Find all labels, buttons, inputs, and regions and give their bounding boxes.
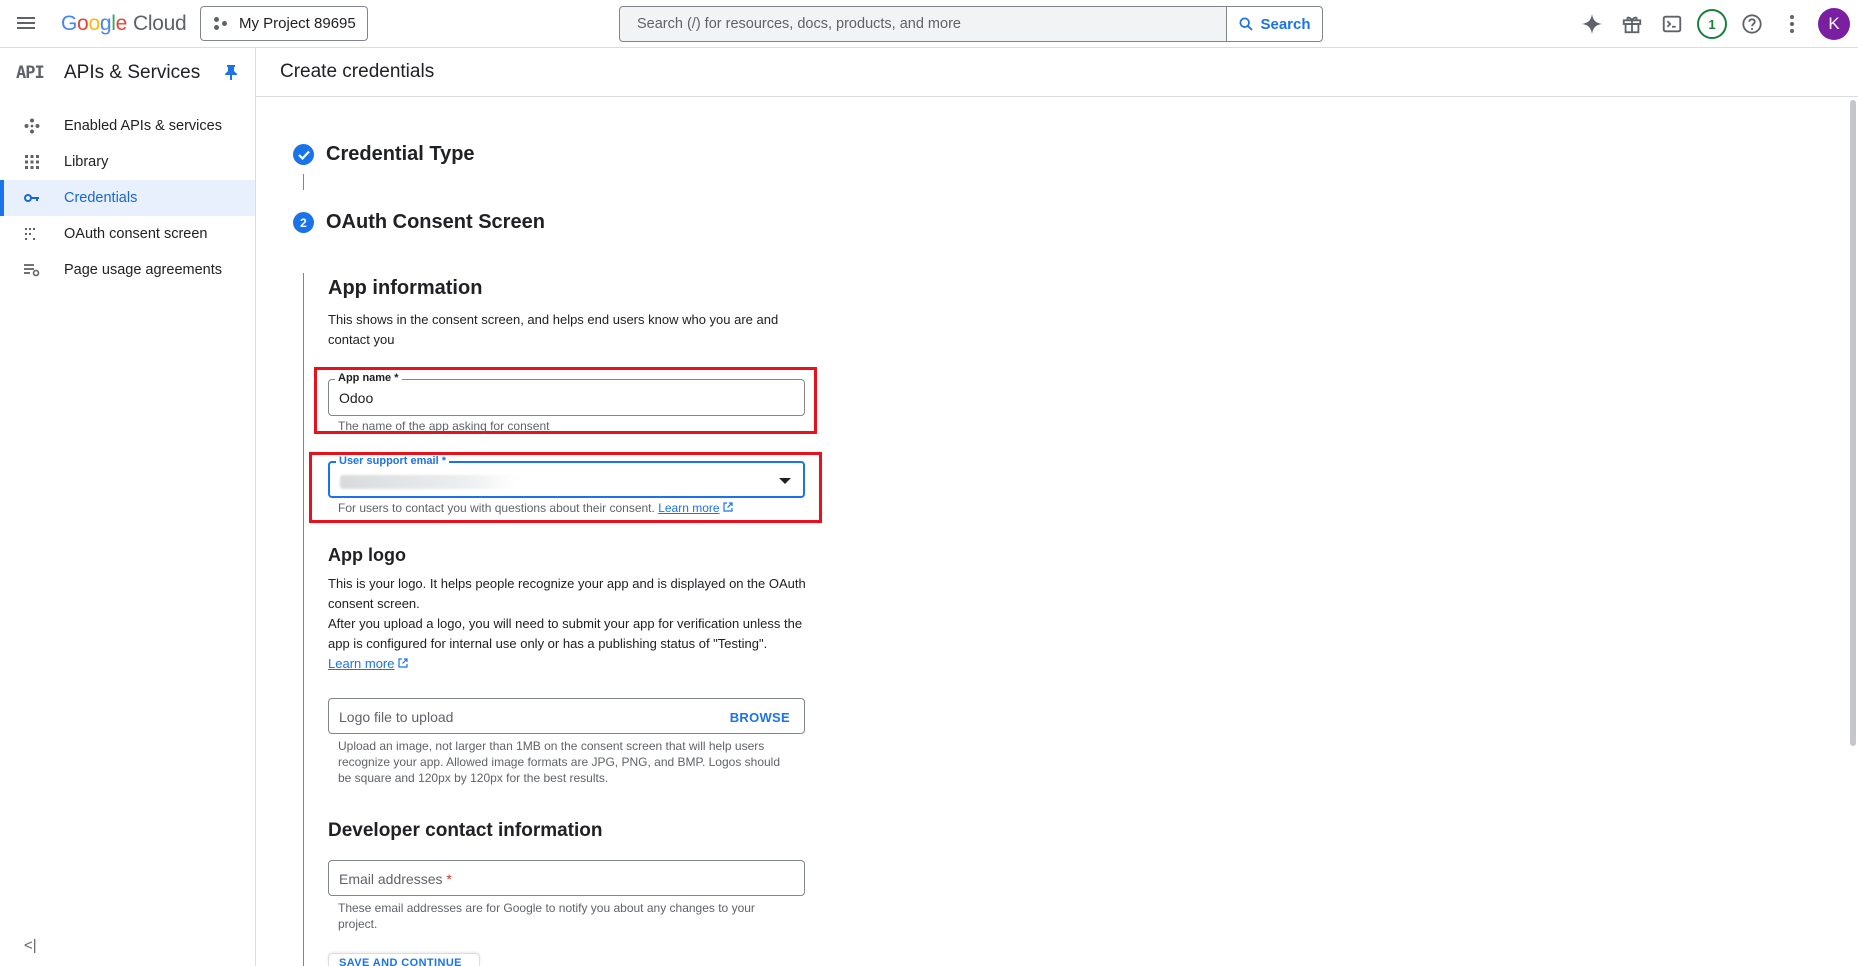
save-and-continue-button[interactable]: SAVE AND CONTINUE [328, 953, 480, 966]
api-logo: API [16, 62, 45, 83]
search-bar: Search (/) for resources, docs, products… [619, 6, 1323, 42]
sidebar-item-label: Library [64, 154, 109, 170]
browse-button[interactable]: BROWSE [730, 710, 790, 725]
developer-email-placeholder-text: Email addresses [339, 871, 443, 887]
top-actions: 1 K [1572, 0, 1858, 48]
search-button-label: Search [1260, 15, 1311, 33]
step-number: 2 [293, 212, 314, 233]
app-name-field[interactable]: App name * Odoo [328, 372, 805, 416]
search-icon [1239, 17, 1254, 31]
app-logo-description: This is your logo. It helps people recog… [328, 574, 818, 674]
app-logo-title: App logo [328, 545, 406, 565]
dropdown-arrow-icon [779, 478, 791, 484]
step-title: OAuth Consent Screen [326, 211, 545, 233]
page-title-bar: Create credentials [256, 48, 1858, 97]
app-name-hint: The name of the app asking for consent [338, 419, 550, 433]
support-email-value-redacted [340, 475, 518, 489]
save-and-continue-label: SAVE AND CONTINUE [339, 957, 462, 966]
required-mark: * [446, 871, 452, 887]
project-icon [214, 16, 228, 31]
sidebar-item-label: Page usage agreements [64, 262, 222, 278]
check-circle-icon [293, 144, 314, 165]
consent-icon [24, 226, 40, 242]
notifications-badge[interactable]: 1 [1692, 4, 1732, 44]
notifications-count: 1 [1697, 9, 1727, 39]
learn-more-link[interactable]: Learn more [658, 501, 719, 515]
logo-upload-field[interactable]: Logo file to upload BROWSE [328, 698, 805, 734]
logo-upload-hint: Upload an image, not larger than 1MB on … [338, 739, 781, 785]
app-name-value: Odoo [339, 390, 374, 406]
more-vert-icon[interactable] [1772, 4, 1812, 44]
project-name: My Project 89695 [239, 15, 356, 32]
step-content-rail [303, 273, 304, 966]
logo-cloud-text: Cloud [132, 12, 187, 35]
google-cloud-logo[interactable]: Google Cloud [61, 12, 187, 36]
gift-icon[interactable] [1612, 4, 1652, 44]
library-icon [24, 154, 40, 170]
account-avatar[interactable]: K [1818, 8, 1850, 40]
support-email-label: User support email * [336, 455, 449, 467]
external-link-icon [398, 658, 408, 668]
logo-upload-placeholder: Logo file to upload [339, 709, 454, 725]
developer-email-hint: These email addresses are for Google to … [338, 901, 755, 931]
project-picker-button[interactable]: My Project 89695 [200, 6, 368, 41]
sidebar-item-label: Credentials [64, 190, 138, 206]
user-support-email-select[interactable]: User support email * [328, 455, 805, 498]
help-icon[interactable] [1732, 4, 1772, 44]
learn-more-link[interactable]: Learn more [328, 656, 394, 671]
developer-email-field[interactable]: Email addresses * [328, 860, 805, 896]
gemini-sparkle-icon[interactable] [1572, 4, 1612, 44]
pin-icon[interactable] [224, 64, 238, 80]
sidebar-item-library[interactable]: Library [0, 144, 255, 180]
step-title: Credential Type [326, 143, 475, 165]
collapse-sidebar-icon[interactable]: <| [24, 937, 37, 954]
sidebar-title: APIs & Services [64, 61, 201, 83]
sidebar-item-page-usage[interactable]: Page usage agreements [0, 252, 255, 288]
main-menu-icon[interactable] [17, 14, 37, 34]
step-oauth-consent: 2 OAuth Consent Screen [293, 211, 545, 234]
app-info-description: This shows in the consent screen, and he… [328, 312, 779, 347]
sidebar-item-enabled-apis[interactable]: Enabled APIs & services [0, 108, 255, 144]
agreements-icon [24, 262, 40, 278]
external-link-icon [723, 502, 733, 512]
developer-contact-title: Developer contact information [328, 820, 603, 841]
cloud-shell-icon[interactable] [1652, 4, 1692, 44]
support-email-hint-text: For users to contact you with questions … [338, 501, 655, 515]
enabled-apis-icon [24, 118, 40, 134]
search-button[interactable]: Search [1226, 7, 1322, 41]
key-icon [24, 190, 40, 206]
sidebar-item-label: Enabled APIs & services [64, 118, 222, 134]
main-content: Credential Type 2 OAuth Consent Screen A… [256, 97, 1846, 966]
sidebar-item-label: OAuth consent screen [64, 226, 208, 242]
sidebar-item-credentials[interactable]: Credentials [0, 180, 255, 216]
step-connector [303, 174, 304, 190]
support-email-hint: For users to contact you with questions … [338, 500, 808, 516]
app-name-label: App name * [335, 372, 402, 384]
developer-email-placeholder: Email addresses * [339, 871, 452, 887]
sidebar: API APIs & Services Enabled APIs & servi… [0, 48, 256, 966]
top-app-bar: Google Cloud My Project 89695 Search (/) … [0, 0, 1858, 48]
app-info-title: App information [328, 277, 483, 299]
scrollbar[interactable] [1846, 97, 1858, 966]
search-input[interactable]: Search (/) for resources, docs, products… [620, 7, 1226, 41]
scrollbar-thumb[interactable] [1850, 100, 1856, 746]
page-title: Create credentials [280, 61, 435, 82]
sidebar-item-oauth-consent[interactable]: OAuth consent screen [0, 216, 255, 252]
app-logo-description-1: This is your logo. It helps people recog… [328, 576, 806, 611]
app-logo-description-2: After you upload a logo, you will need t… [328, 616, 803, 651]
sidebar-header: API APIs & Services [0, 48, 255, 97]
step-credential-type[interactable]: Credential Type [293, 143, 475, 166]
